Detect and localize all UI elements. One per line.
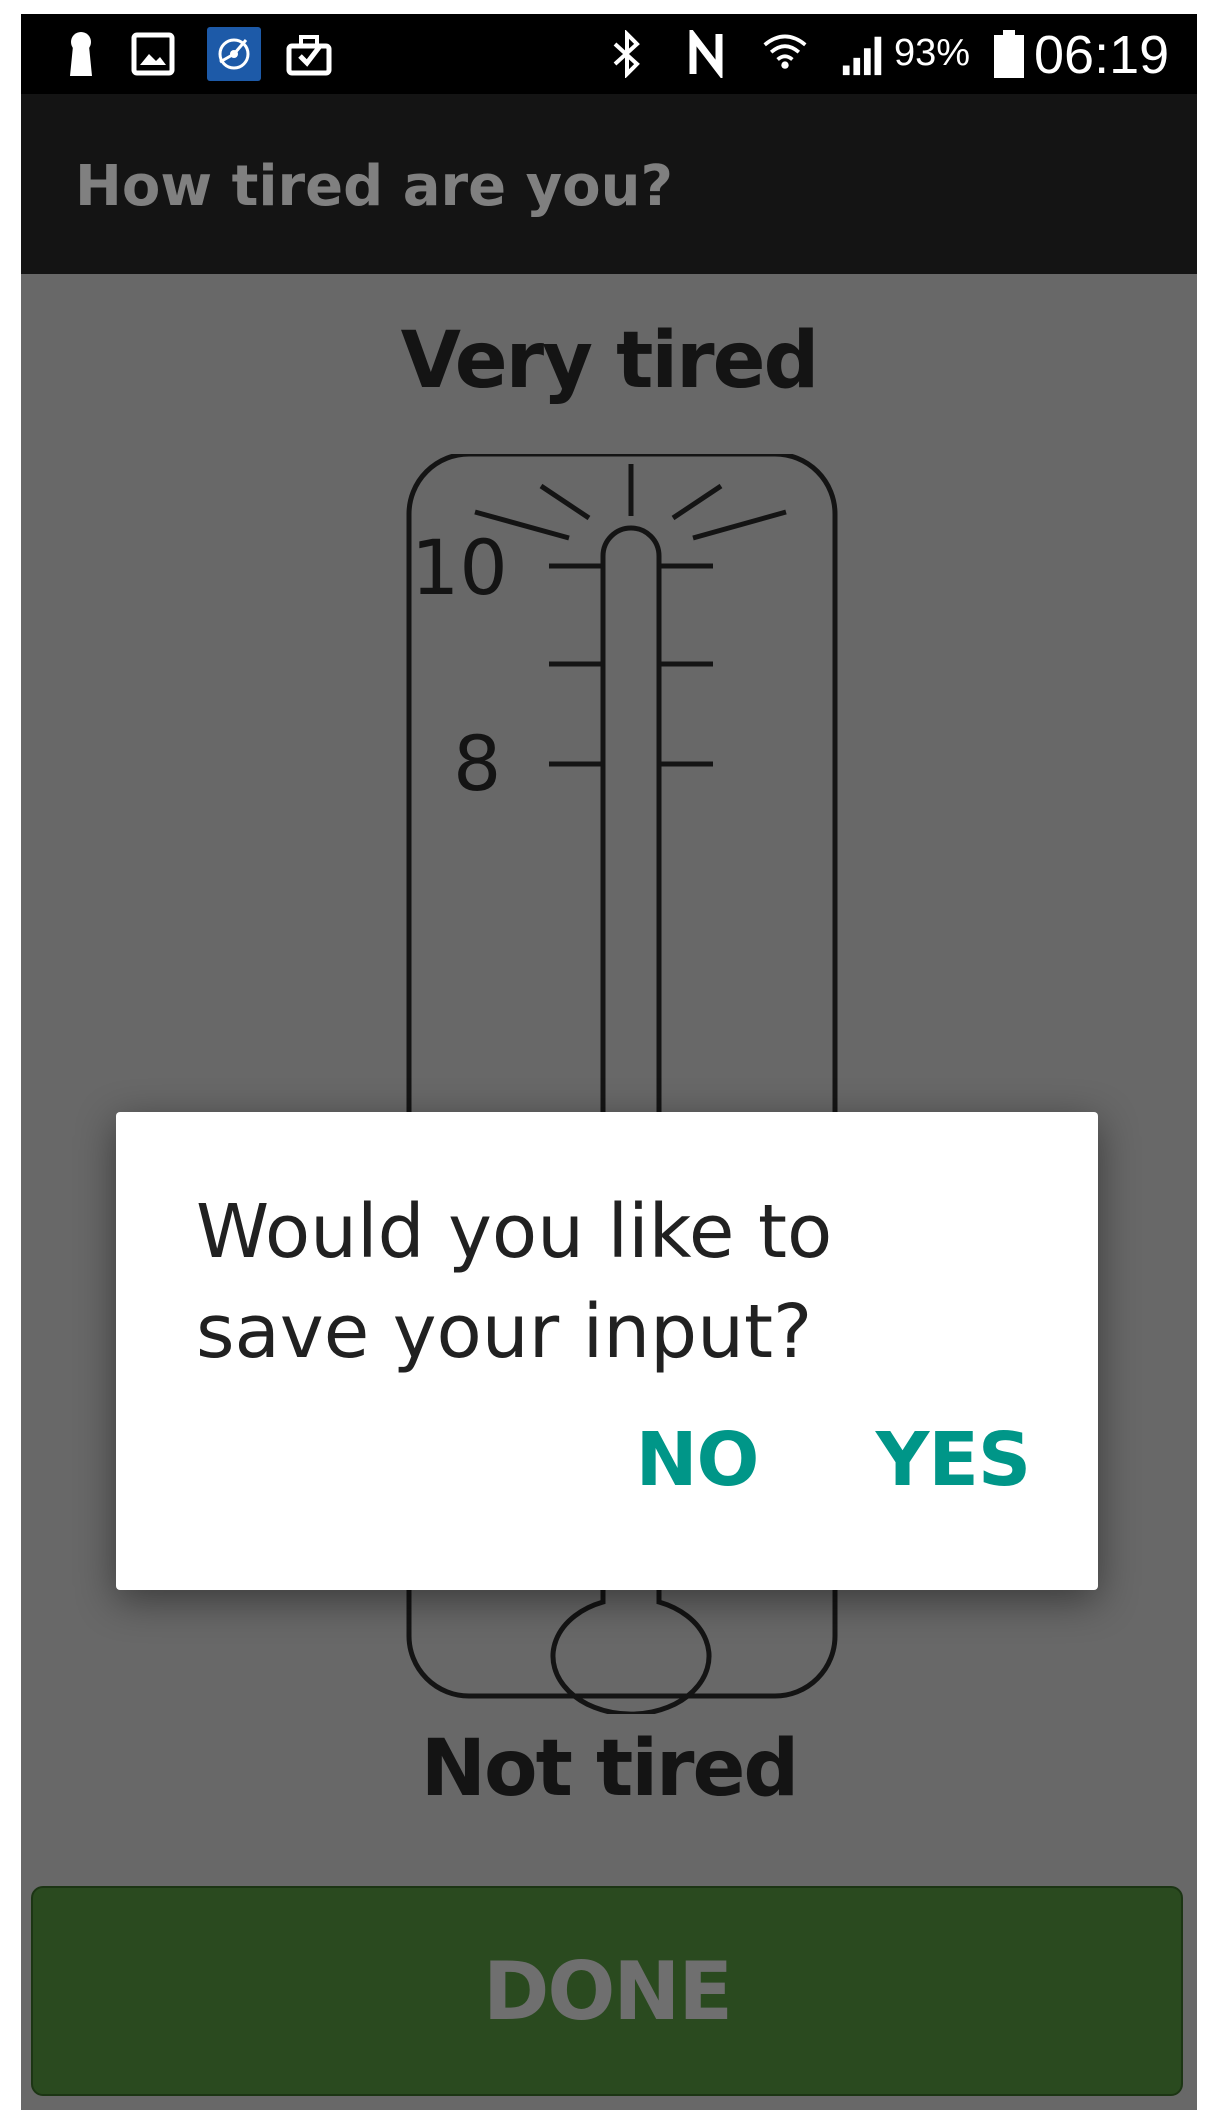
bluetooth-icon: [603, 30, 651, 78]
keyhole-icon: [57, 30, 105, 78]
no-button[interactable]: NO: [632, 1410, 762, 1510]
tick-label-8: 8: [453, 719, 501, 808]
tick-label-10: 10: [411, 523, 508, 612]
dialog-message: Would you like to save your input?: [196, 1189, 833, 1375]
status-bar: 93% 06:19: [21, 14, 1197, 94]
tiredness-scale-panel: Very tired 10 8 Not tired DONE Would you…: [21, 274, 1197, 2110]
gallery-icon: [129, 30, 177, 78]
wifi-icon: [761, 30, 809, 78]
page-title: How tired are you?: [75, 154, 673, 219]
done-button-label: DONE: [482, 1944, 733, 2038]
cellular-signal-icon: [839, 30, 887, 78]
yes-button[interactable]: YES: [868, 1410, 1038, 1510]
nfc-icon: [681, 30, 729, 78]
battery-icon: [985, 30, 1033, 78]
scale-top-label: Very tired: [400, 316, 820, 406]
phone-screen: 93% 06:19 How tired are you? Very tired: [21, 14, 1197, 2110]
battery-percent: 93%: [894, 32, 971, 74]
app-bar: How tired are you?: [21, 94, 1197, 274]
scale-bottom-label: Not tired: [420, 1724, 800, 1814]
status-time: 06:19: [1034, 25, 1170, 85]
done-button[interactable]: DONE: [31, 1886, 1183, 2096]
app-notification-icon: [207, 27, 261, 81]
save-input-dialog: Would you like to save your input? NO YE…: [116, 1112, 1098, 1590]
task-check-icon: [285, 30, 333, 78]
